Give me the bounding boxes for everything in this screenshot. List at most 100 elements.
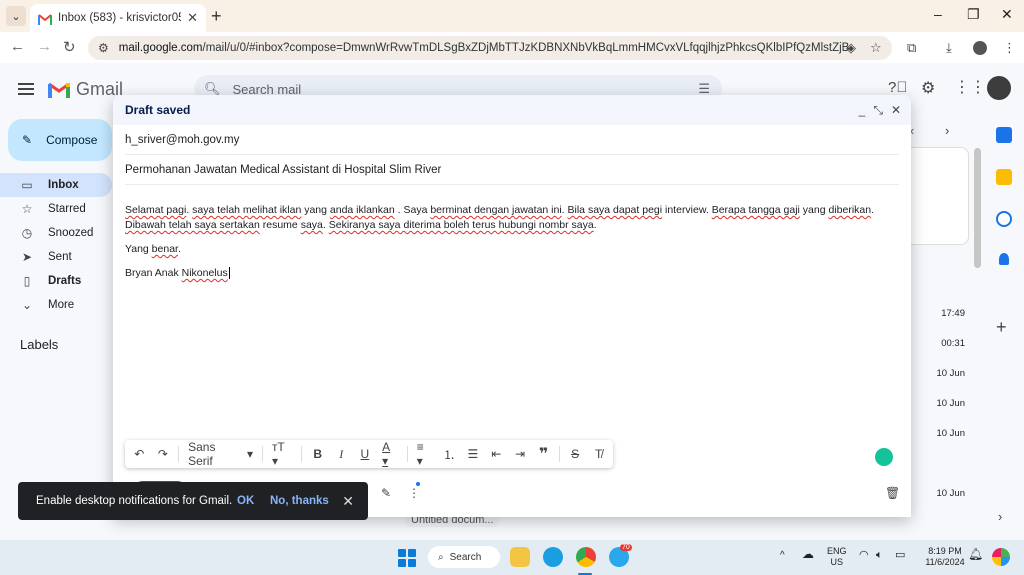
- wifi-icon[interactable]: ◠: [859, 550, 869, 561]
- windows-start-icon[interactable]: [398, 549, 416, 567]
- password-manager-icon[interactable]: ◈: [846, 40, 856, 56]
- extensions-icon[interactable]: ⧉: [907, 40, 916, 56]
- collapse-panel-icon[interactable]: ›: [998, 509, 1002, 524]
- body-text: yang: [301, 204, 330, 216]
- close-compose-icon[interactable]: ✕: [891, 103, 901, 118]
- add-addon-icon[interactable]: +: [996, 317, 1007, 338]
- bulleted-list-icon[interactable]: ☰: [463, 443, 484, 465]
- reload-icon[interactable]: ↻: [63, 38, 76, 56]
- underline-icon[interactable]: U: [355, 443, 376, 465]
- nav-item-snoozed[interactable]: ◷ Snoozed: [0, 221, 112, 245]
- body-text: .: [593, 219, 597, 231]
- body-paragraph-1: Selamat pagi. saya telah melihat iklan y…: [125, 203, 899, 233]
- message-body[interactable]: Selamat pagi. saya telah melihat iklan y…: [113, 185, 911, 281]
- browser-menu-icon[interactable]: ⋮: [1003, 40, 1016, 56]
- grammarly-icon[interactable]: [875, 448, 893, 466]
- nav-item-drafts[interactable]: ▯ Drafts: [0, 269, 112, 293]
- profile-avatar-icon[interactable]: [973, 41, 987, 55]
- divider: [301, 446, 303, 462]
- recipient-address: h_sriver@moh.gov.my: [125, 133, 240, 146]
- back-arrow-icon[interactable]: ←: [10, 38, 25, 55]
- body-text: . Saya: [394, 204, 431, 216]
- keep-icon[interactable]: [996, 169, 1012, 185]
- battery-icon[interactable]: ▭: [895, 550, 905, 561]
- toast-no-thanks-button[interactable]: No, thanks: [270, 495, 329, 507]
- font-size-icon[interactable]: тT ▾: [268, 440, 297, 468]
- compose-header: Draft saved: [113, 95, 911, 125]
- widgets-icon[interactable]: [992, 548, 1010, 566]
- maximize-window-button[interactable]: ❐: [967, 6, 980, 23]
- toast-close-icon[interactable]: ✕: [342, 493, 354, 510]
- taskbar-search-label: Search: [449, 551, 482, 563]
- bookmark-star-icon[interactable]: ☆: [870, 40, 882, 56]
- nav-item-sent[interactable]: ➤ Sent: [0, 245, 112, 269]
- clock[interactable]: 8:19 PM 11/6/2024: [918, 546, 972, 568]
- notification-bell-icon[interactable]: 🔔︎: [968, 548, 983, 560]
- nav-item-starred[interactable]: ☆ Starred: [0, 197, 112, 221]
- indent-less-icon[interactable]: ⇤: [486, 443, 507, 465]
- calendar-icon[interactable]: [996, 127, 1012, 143]
- font-family-select[interactable]: Sans Serif ▾: [184, 440, 257, 468]
- browser-tab-gmail[interactable]: Inbox (583) - krisvictor0512@gm... ✕: [30, 4, 206, 32]
- exit-fullscreen-icon[interactable]: ⤡: [873, 103, 883, 118]
- volume-icon[interactable]: 🔈︎: [876, 550, 883, 561]
- align-icon[interactable]: ≡ ▾: [413, 440, 436, 468]
- gmail-logo[interactable]: Gmail: [48, 79, 123, 100]
- show-hidden-icons-icon[interactable]: ^: [780, 550, 785, 561]
- text-color-icon[interactable]: A ▾: [378, 440, 402, 468]
- nav-label: Drafts: [48, 275, 82, 287]
- remove-formatting-icon[interactable]: T̸: [588, 443, 609, 465]
- undo-icon[interactable]: ↶: [129, 443, 150, 465]
- address-bar[interactable]: ⚙ mail.google.com/mail/u/0/#inbox?compos…: [88, 36, 892, 60]
- subject-field[interactable]: Permohanan Jawatan Medical Assistant di …: [125, 155, 899, 185]
- misspelled-word: Sekiranya saya diterima boleh terus hubu…: [328, 219, 594, 231]
- redo-icon[interactable]: ↷: [153, 443, 174, 465]
- contacts-icon[interactable]: [999, 253, 1009, 265]
- language-indicator[interactable]: ENG US: [827, 546, 847, 568]
- tab-search-dropdown[interactable]: ⌄: [6, 6, 26, 26]
- italic-icon[interactable]: I: [331, 443, 352, 465]
- tasks-icon[interactable]: [996, 211, 1012, 227]
- compose-button[interactable]: ✎ Compose: [8, 119, 112, 161]
- to-field[interactable]: h_sriver@moh.gov.my: [125, 125, 899, 155]
- minimize-window-button[interactable]: –: [934, 6, 942, 22]
- browser-tab-strip: ⌄ Inbox (583) - krisvictor0512@gm... ✕ +…: [0, 0, 1024, 32]
- nav-item-inbox[interactable]: ▭ Inbox: [0, 173, 112, 197]
- discard-draft-icon[interactable]: 🗑︎: [885, 486, 900, 500]
- close-tab-icon[interactable]: ✕: [187, 10, 198, 26]
- signature-pen-icon[interactable]: ✎: [381, 486, 391, 500]
- quote-icon[interactable]: ❞: [533, 443, 554, 465]
- nav-item-more[interactable]: ⌄ More: [0, 293, 112, 317]
- chrome-icon[interactable]: [576, 547, 596, 567]
- clock-time: 8:19 PM: [928, 546, 962, 556]
- body-text: yang: [799, 204, 829, 216]
- main-menu-icon[interactable]: [18, 83, 34, 95]
- indent-more-icon[interactable]: ⇥: [510, 443, 531, 465]
- misspelled-word: Nikonelus: [181, 267, 228, 279]
- divider: [558, 446, 560, 462]
- numbered-list-icon[interactable]: ⒈: [439, 443, 460, 465]
- strikethrough-icon[interactable]: S: [565, 443, 586, 465]
- scrollbar-thumb[interactable]: [974, 148, 981, 268]
- site-settings-icon[interactable]: ⚙: [98, 41, 109, 55]
- nav-label: More: [48, 299, 75, 311]
- new-tab-button[interactable]: +: [211, 6, 222, 27]
- formatting-toolbar: ↶ ↷ Sans Serif ▾ тT ▾ B I U A ▾ ≡ ▾ ⒈ ☰ ⇤…: [125, 440, 613, 468]
- onedrive-cloud-icon[interactable]: ☁: [802, 548, 814, 560]
- edge-browser-icon[interactable]: [543, 547, 563, 567]
- more-options-icon[interactable]: ⋮: [408, 486, 420, 500]
- account-avatar[interactable]: [987, 76, 1011, 100]
- file-explorer-icon[interactable]: [510, 547, 530, 567]
- misspelled-word: berminat dengan jawatan ini: [430, 204, 562, 216]
- close-window-button[interactable]: ✕: [1001, 6, 1013, 23]
- taskbar-search[interactable]: ⌕ Search: [428, 546, 500, 568]
- body-text: .: [177, 243, 181, 255]
- download-icon[interactable]: ⤓: [946, 40, 952, 56]
- compose-status-title: Draft saved: [125, 103, 191, 117]
- forward-arrow-icon[interactable]: →: [37, 38, 52, 55]
- subject-text: Permohanan Jawatan Medical Assistant di …: [125, 163, 442, 176]
- bold-icon[interactable]: B: [307, 443, 328, 465]
- nav-label: Snoozed: [48, 227, 94, 239]
- toast-ok-button[interactable]: OK: [237, 495, 254, 507]
- minimize-compose-icon[interactable]: _: [859, 103, 866, 118]
